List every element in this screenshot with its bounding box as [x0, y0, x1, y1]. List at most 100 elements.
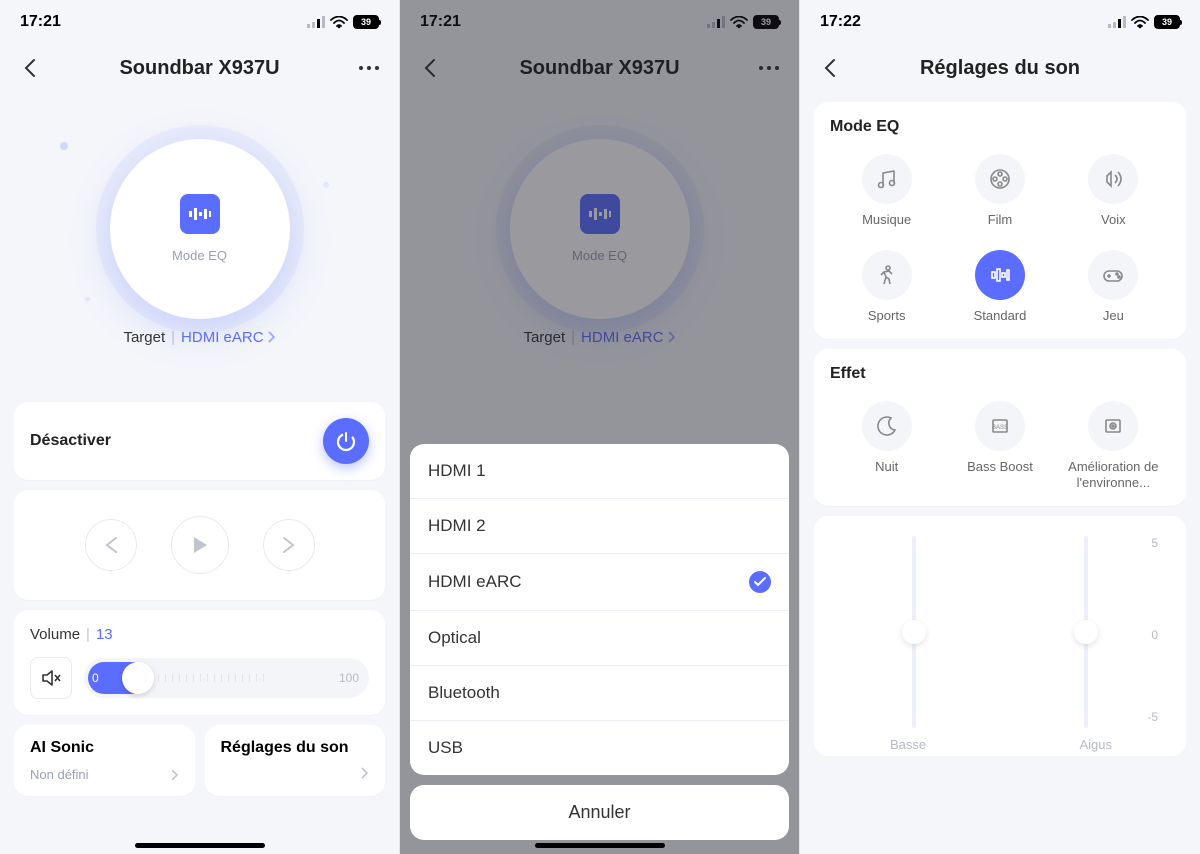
mode-music[interactable]: Musique [830, 154, 943, 228]
mode-label: Voix [1101, 212, 1126, 228]
mode-game[interactable]: Jeu [1057, 250, 1170, 324]
media-card [14, 490, 385, 600]
effect-card: Effet Nuit BASS Bass Boost Amélioration de … [814, 349, 1186, 506]
home-indicator[interactable] [535, 843, 665, 848]
mode-label: Jeu [1103, 308, 1124, 324]
eq-circle-button[interactable]: Mode EQ [110, 139, 290, 319]
eq-icon [975, 250, 1025, 300]
svg-text:BASS: BASS [992, 425, 1008, 431]
status-bar: 17:21 39 [0, 0, 399, 44]
signal-icon [1108, 16, 1126, 28]
back-button[interactable] [816, 54, 844, 82]
screen-target-picker: 17:21 39 Soundbar X937U Mode EQ Target |… [400, 0, 800, 854]
sound-settings-title: Réglages du son [221, 739, 370, 757]
more-button[interactable] [355, 54, 383, 82]
volume-label: Volume [30, 626, 80, 643]
bass-slider[interactable] [894, 536, 934, 728]
power-card: Désactiver [14, 402, 385, 480]
ai-sonic-card[interactable]: AI Sonic Non défini [14, 725, 195, 796]
status-bar: 17:22 39 [800, 0, 1200, 44]
moon-icon [862, 401, 912, 451]
volume-slider[interactable]: 0 100 [84, 658, 369, 698]
page-title: Soundbar X937U [44, 57, 355, 80]
game-icon [1088, 250, 1138, 300]
volume-value: 13 [96, 626, 113, 643]
scale-bot: -5 [1147, 710, 1158, 724]
mode-eq[interactable]: Standard [943, 250, 1056, 324]
battery-icon: 39 [353, 15, 379, 29]
sound-settings-card[interactable]: Réglages du son [205, 725, 386, 796]
slider-max: 100 [339, 671, 359, 685]
sheet-option[interactable]: Bluetooth [410, 666, 789, 721]
eq-mode-card: Mode EQ Musique Film Voix Sports Standard Jeu [814, 102, 1186, 339]
music-icon [862, 154, 912, 204]
sheet-option[interactable]: HDMI eARC [410, 554, 789, 611]
mode-label: Nuit [875, 459, 898, 475]
scale-mid: 0 [1151, 628, 1158, 642]
film-icon [975, 154, 1025, 204]
mode-sports[interactable]: Sports [830, 250, 943, 324]
sheet-option[interactable]: Optical [410, 611, 789, 666]
effect-title: Effet [830, 365, 1170, 383]
mode-film[interactable]: Film [943, 154, 1056, 228]
mode-voice[interactable]: Voix [1057, 154, 1170, 228]
target-value: HDMI eARC [181, 329, 264, 346]
chevron-right-icon [171, 769, 179, 781]
next-button[interactable] [263, 519, 315, 571]
eq-mode-title: Mode EQ [830, 118, 1170, 136]
treble-slider[interactable] [1066, 536, 1106, 728]
wifi-icon [330, 16, 348, 29]
mode-surround[interactable]: Amélioration de l'environne... [1057, 401, 1170, 490]
mode-label: Film [988, 212, 1013, 228]
screen-soundbar-main: 17:21 39 Soundbar X937U [0, 0, 400, 854]
mode-moon[interactable]: Nuit [830, 401, 943, 490]
sheet-option[interactable]: USB [410, 721, 789, 775]
mode-label: Musique [862, 212, 911, 228]
treble-label: Aigus [1079, 737, 1112, 752]
header: Soundbar X937U [0, 44, 399, 92]
treble-thumb[interactable] [1074, 620, 1098, 644]
home-indicator[interactable] [135, 843, 265, 848]
chevron-right-icon [361, 767, 369, 779]
ai-sonic-value: Non défini [30, 767, 89, 782]
sports-icon [862, 250, 912, 300]
back-button[interactable] [16, 54, 44, 82]
hero-area: Mode EQ Target | HDMI eARC [0, 92, 399, 392]
mode-label: Bass Boost [967, 459, 1033, 475]
voice-icon [1088, 154, 1138, 204]
mode-label: Amélioration de l'environne... [1063, 459, 1163, 490]
power-label: Désactiver [30, 432, 111, 450]
mode-bass[interactable]: BASS Bass Boost [943, 401, 1056, 490]
mode-eq-label: Mode EQ [172, 248, 227, 263]
status-time: 17:22 [820, 13, 861, 31]
play-button[interactable] [171, 516, 229, 574]
header: Réglages du son [800, 44, 1200, 92]
surround-icon [1088, 401, 1138, 451]
scale-top: 5 [1151, 536, 1158, 550]
target-label: Target [123, 329, 165, 346]
signal-icon [307, 16, 325, 28]
sheet-cancel-button[interactable]: Annuler [410, 785, 789, 840]
battery-icon: 39 [1154, 15, 1180, 29]
mode-label: Sports [868, 308, 906, 324]
prev-button[interactable] [85, 519, 137, 571]
action-sheet: HDMI 1HDMI 2HDMI eARCOpticalBluetoothUSB… [410, 444, 789, 840]
target-selector[interactable]: Target | HDMI eARC [123, 329, 275, 346]
tone-sliders-card: 5 0 -5 Basse Aigus [814, 516, 1186, 756]
slider-min: 0 [92, 671, 99, 685]
chevron-right-icon [268, 331, 276, 343]
sheet-option[interactable]: HDMI 2 [410, 499, 789, 554]
mute-button[interactable] [30, 657, 72, 699]
mode-label: Standard [974, 308, 1027, 324]
screen-sound-settings: 17:22 39 Réglages du son Mode EQ Musique… [800, 0, 1200, 854]
page-title: Réglages du son [844, 57, 1156, 80]
power-button[interactable] [323, 418, 369, 464]
eq-icon [180, 194, 220, 234]
bass-icon: BASS [975, 401, 1025, 451]
sheet-option[interactable]: HDMI 1 [410, 444, 789, 499]
bass-label: Basse [890, 737, 926, 752]
slider-thumb[interactable] [122, 662, 154, 694]
wifi-icon [1131, 16, 1149, 29]
bass-thumb[interactable] [902, 620, 926, 644]
ai-sonic-title: AI Sonic [30, 739, 179, 757]
